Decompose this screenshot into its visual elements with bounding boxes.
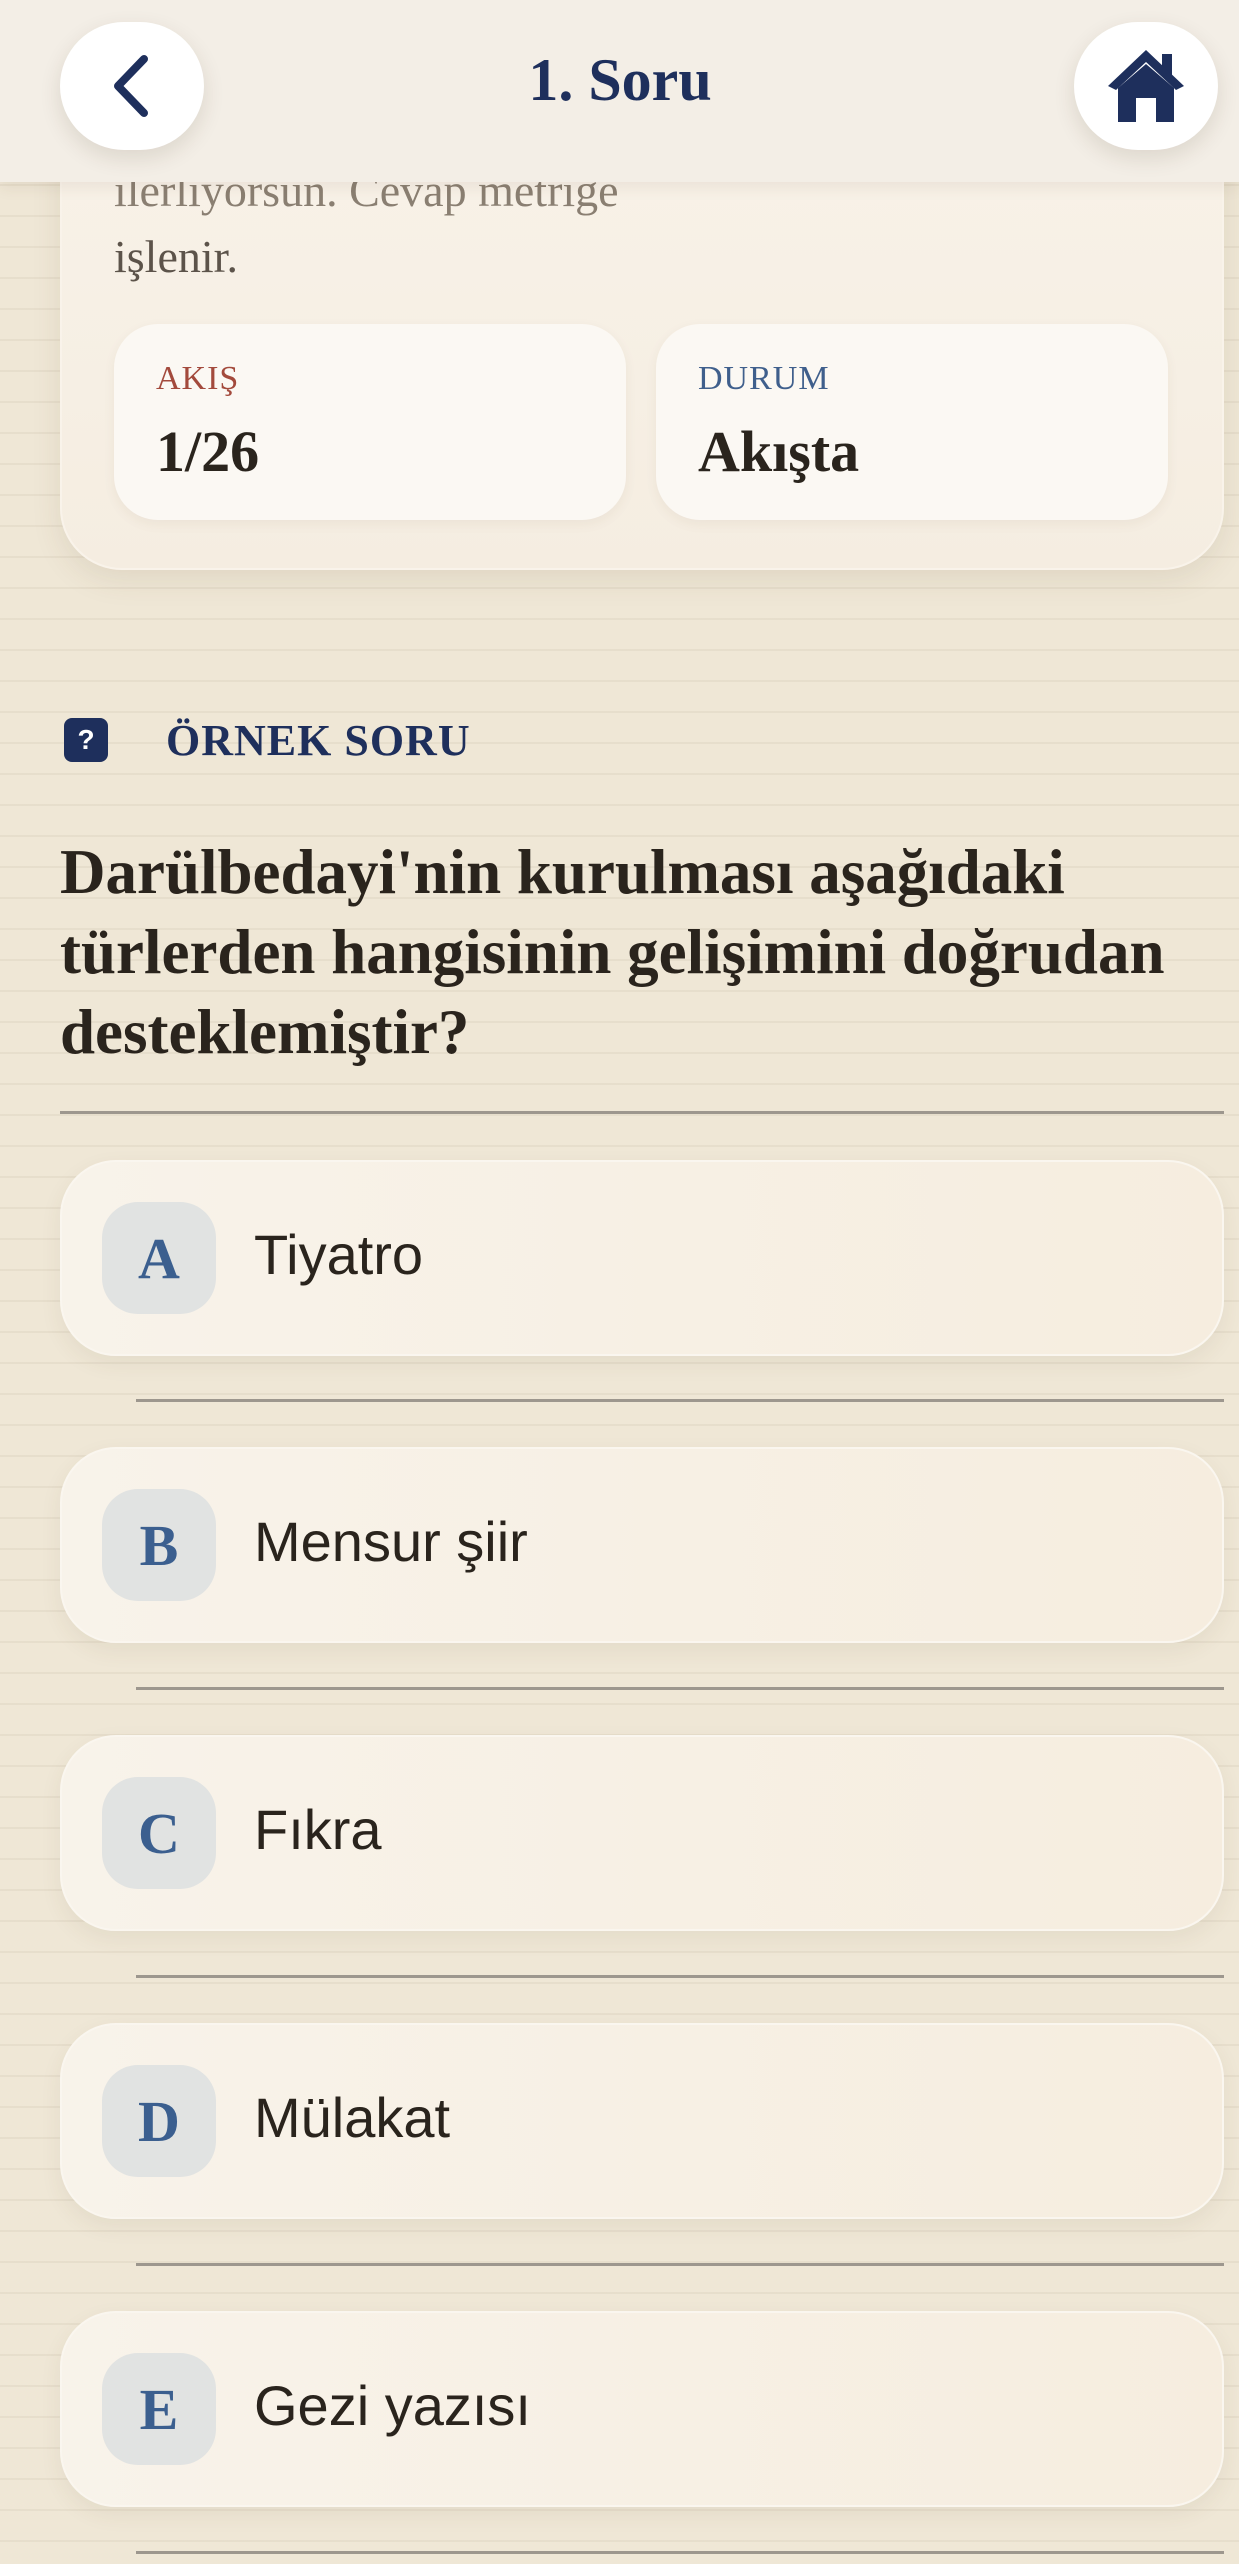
option-text: Mensur şiir: [254, 1510, 528, 1573]
option-e[interactable]: E Gezi yazısı: [60, 2311, 1224, 2507]
divider: [136, 1399, 1224, 1402]
divider: [60, 1111, 1224, 1114]
option-letter: A: [102, 1202, 216, 1314]
home-button[interactable]: [1074, 22, 1218, 150]
option-letter: B: [102, 1489, 216, 1601]
flow-stat: AKIŞ 1/26: [114, 324, 626, 520]
option-b[interactable]: B Mensur şiir: [60, 1447, 1224, 1643]
divider: [136, 1975, 1224, 1978]
status-text-line-2: işlenir.: [114, 231, 238, 282]
option-text: Tiyatro: [254, 1223, 424, 1286]
question-text: Darülbedayi'nin kurulması aşağıdaki türl…: [60, 837, 1165, 1067]
state-value: Akışta: [698, 419, 860, 484]
state-stat: DURUM Akışta: [656, 324, 1168, 520]
flow-value: 1/26: [156, 419, 260, 484]
top-bar: 1. Soru: [0, 0, 1239, 182]
question-badge-icon: ?: [64, 718, 108, 762]
divider: [136, 2263, 1224, 2266]
home-icon: [1108, 50, 1184, 122]
divider: [136, 1687, 1224, 1690]
option-letter: D: [102, 2065, 216, 2177]
option-c[interactable]: C Fıkra: [60, 1735, 1224, 1931]
chevron-left-icon: [114, 55, 148, 117]
option-letter: C: [102, 1777, 216, 1889]
section-label: ÖRNEK SORU: [166, 715, 471, 765]
divider: [136, 2551, 1224, 2554]
option-text: Fıkra: [254, 1798, 382, 1861]
page-title: 1. Soru: [528, 47, 712, 113]
status-card: ilerliyorsun. Cevap metriğe işlenir. AKI…: [60, 120, 1224, 570]
option-text: Gezi yazısı: [254, 2374, 531, 2437]
option-d[interactable]: D Mülakat: [60, 2023, 1224, 2219]
state-label: DURUM: [698, 360, 830, 397]
back-button[interactable]: [60, 22, 204, 150]
option-text: Mülakat: [254, 2086, 451, 2149]
option-a[interactable]: A Tiyatro: [60, 1160, 1224, 1356]
flow-label: AKIŞ: [156, 360, 240, 397]
section-header: ? ÖRNEK SORU: [64, 716, 471, 765]
option-letter: E: [102, 2353, 216, 2465]
